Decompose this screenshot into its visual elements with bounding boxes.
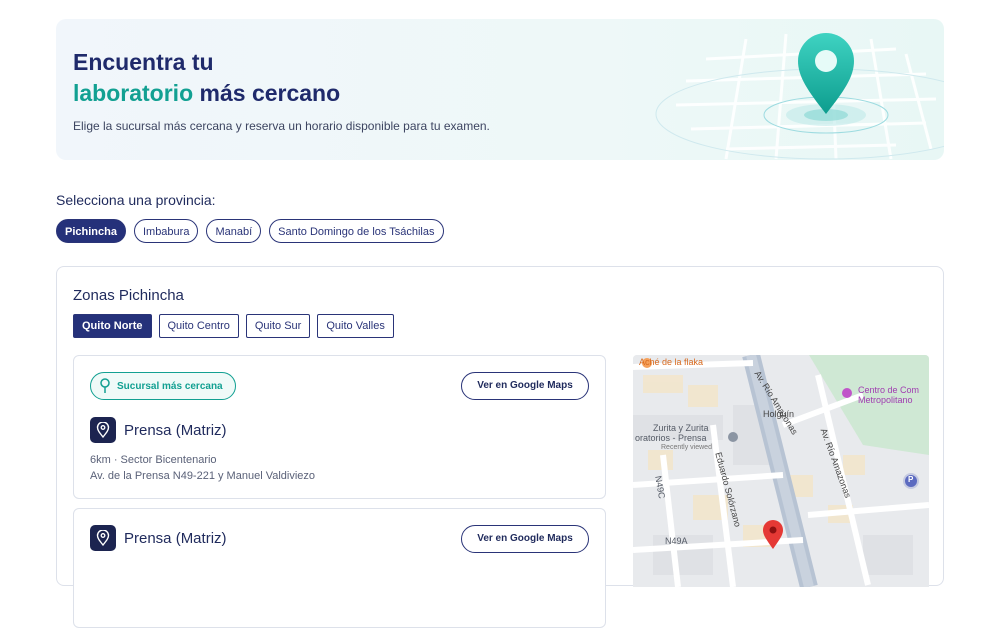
branch-location-icon bbox=[90, 525, 116, 551]
branch-map[interactable]: Aché de la flaka Av. Río Amazonas Centro… bbox=[633, 355, 929, 587]
branch-card[interactable]: Sucursal más cercana Ver en Google Maps … bbox=[73, 355, 606, 499]
map-label-laboratorios: oratorios - Prensa bbox=[635, 433, 707, 443]
nearest-branch-badge-label: Sucursal más cercana bbox=[117, 380, 223, 392]
tab-quito-centro[interactable]: Quito Centro bbox=[158, 314, 239, 338]
branch-name: Prensa (Matriz) bbox=[124, 422, 227, 439]
map-label-recently: Recently viewed bbox=[661, 444, 712, 451]
province-label: Selecciona una provincia: bbox=[56, 192, 216, 208]
branch-distance: 6km · Sector Bicentenario bbox=[90, 454, 217, 466]
province-chip-group: Pichincha Imbabura Manabí Santo Domingo … bbox=[56, 219, 444, 243]
branch-address: Av. de la Prensa N49-221 y Manuel Valdiv… bbox=[90, 470, 316, 482]
hero-title: Encuentra tu laboratorio más cercano bbox=[73, 47, 340, 109]
view-google-maps-button[interactable]: Ver en Google Maps bbox=[461, 525, 589, 553]
hero-description: Elige la sucursal más cercana y reserva … bbox=[73, 119, 490, 133]
view-google-maps-button[interactable]: Ver en Google Maps bbox=[461, 372, 589, 400]
map-label-zurita: Zurita y Zurita bbox=[653, 423, 709, 433]
map-label-ache: Aché de la flaka bbox=[639, 357, 704, 367]
province-chip-santo-domingo[interactable]: Santo Domingo de los Tsáchilas bbox=[269, 219, 444, 243]
zones-card: Zonas Pichincha Quito Norte Quito Centro… bbox=[56, 266, 944, 628]
branch-card[interactable]: Ver en Google Maps Prensa (Matriz) bbox=[73, 508, 606, 628]
province-chip-pichincha[interactable]: Pichincha bbox=[56, 219, 126, 243]
hero-banner: Encuentra tu laboratorio más cercano Eli… bbox=[56, 19, 944, 160]
tab-quito-norte[interactable]: Quito Norte bbox=[73, 314, 152, 338]
zone-tab-group: Quito Norte Quito Centro Quito Sur Quito… bbox=[73, 314, 394, 338]
pin-icon bbox=[100, 378, 110, 393]
map-label-centro: Centro de Com bbox=[858, 385, 920, 395]
branch-details: 6km · Sector Bicentenario Av. de la Pren… bbox=[90, 452, 315, 484]
branch-location-icon bbox=[90, 417, 116, 443]
branch-name: Prensa (Matriz) bbox=[124, 530, 227, 547]
hero-title-accent: laboratorio bbox=[73, 80, 194, 106]
tab-quito-sur[interactable]: Quito Sur bbox=[245, 314, 311, 338]
hero-title-rest: más cercano bbox=[193, 80, 341, 106]
map-label-parking: P bbox=[908, 475, 914, 484]
map-pin-illustration-icon bbox=[655, 33, 944, 160]
map-label-metropolitano: Metropolitano bbox=[858, 395, 913, 405]
hero-title-line1: Encuentra tu bbox=[73, 49, 214, 75]
province-chip-imbabura[interactable]: Imbabura bbox=[133, 219, 199, 243]
zones-title: Zonas Pichincha bbox=[73, 287, 184, 304]
nearest-branch-badge: Sucursal más cercana bbox=[90, 372, 236, 400]
province-chip-manabi[interactable]: Manabí bbox=[206, 219, 262, 243]
map-label-n49a: N49A bbox=[665, 536, 688, 546]
tab-quito-valles[interactable]: Quito Valles bbox=[317, 314, 394, 338]
map-label-holguin: Holguín bbox=[763, 409, 795, 419]
